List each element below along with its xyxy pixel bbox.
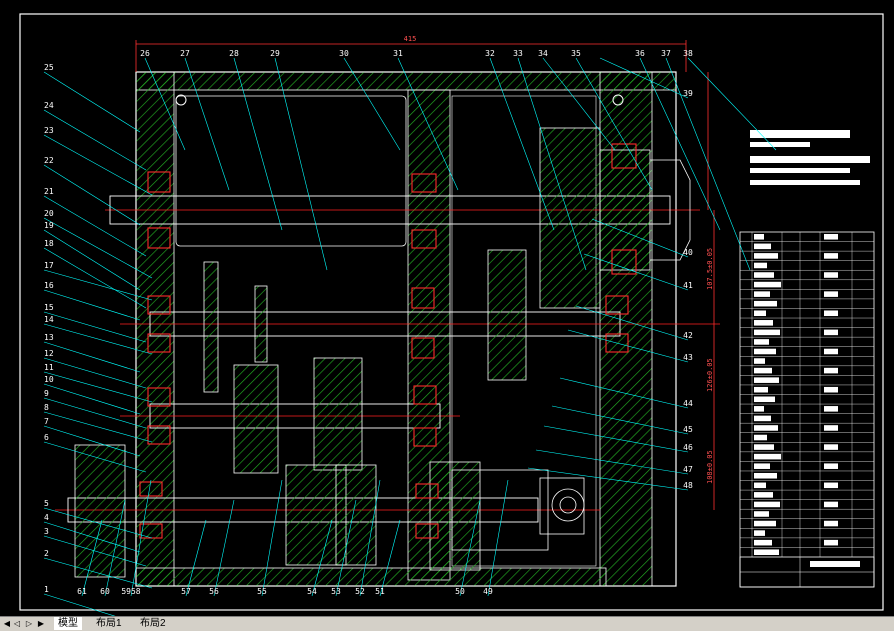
callout-label-bottom-52: 52 — [355, 587, 365, 596]
callout-label-right-44: 44 — [683, 399, 693, 408]
callout-label-top-35: 35 — [571, 49, 581, 58]
callout-label-right-41: 41 — [683, 281, 693, 290]
callout-label-top-28: 28 — [229, 49, 239, 58]
callout-label-left-20: 20 — [44, 209, 54, 218]
tab-layout-1[interactable]: 布局1 — [92, 617, 126, 630]
callout-label-right-48: 48 — [683, 481, 693, 490]
callout-top-27: 27 — [180, 49, 230, 191]
callout-left-24: 24 — [43, 101, 147, 171]
callout-label-left-4: 4 — [44, 513, 49, 522]
callout-label-left-24: 24 — [44, 101, 54, 110]
callout-label-right-39: 39 — [683, 89, 693, 98]
callout-label-top-30: 30 — [339, 49, 349, 58]
callout-label-right-46: 46 — [683, 443, 693, 452]
callout-left-16: 16 — [43, 281, 141, 321]
callout-label-top-38: 38 — [683, 49, 693, 58]
callout-left-12: 12 — [43, 349, 147, 389]
callout-label-bottom-57: 57 — [181, 587, 191, 596]
last-tab-icon[interactable]: ▶ — [36, 618, 46, 629]
callout-label-right-40: 40 — [683, 248, 693, 257]
callout-label-bottom-53: 53 — [331, 587, 341, 596]
callout-label-left-25: 25 — [44, 63, 54, 72]
callout-label-left-10: 10 — [44, 375, 54, 384]
callout-label-bottom-50: 50 — [455, 587, 465, 596]
callout-label-bottom-5958: 5958 — [121, 587, 140, 596]
parts-list-table — [739, 231, 875, 588]
callout-label-top-29: 29 — [270, 49, 280, 58]
callout-label-left-18: 18 — [44, 239, 54, 248]
tab-model[interactable]: 模型 — [54, 617, 82, 630]
callout-label-left-15: 15 — [44, 303, 54, 312]
callout-label-bottom-56: 56 — [209, 587, 219, 596]
first-tab-icon[interactable]: ◀ — [2, 618, 12, 629]
callout-label-bottom-54: 54 — [307, 587, 317, 596]
layout-tab-bar: ◀ ◁ ▷ ▶ 模型 布局1 布局2 — [0, 616, 894, 631]
callout-left-19: 19 — [43, 221, 141, 291]
callout-label-left-11: 11 — [44, 363, 54, 372]
callout-label-top-32: 32 — [485, 49, 495, 58]
callout-label-left-17: 17 — [44, 261, 54, 270]
callout-label-top-26: 26 — [140, 49, 150, 58]
technical-notes — [750, 130, 870, 185]
tab-layout-2[interactable]: 布局2 — [136, 617, 170, 630]
callout-left-13: 13 — [43, 333, 141, 373]
callout-label-left-21: 21 — [44, 187, 54, 196]
callout-label-left-6: 6 — [44, 433, 49, 442]
callout-label-right-47: 47 — [683, 465, 693, 474]
callout-label-left-16: 16 — [44, 281, 54, 290]
callout-label-bottom-49: 49 — [483, 587, 493, 596]
callout-label-top-36: 36 — [635, 49, 645, 58]
callout-left-9: 9 — [43, 389, 147, 429]
callout-label-right-45: 45 — [683, 425, 693, 434]
callout-label-top-34: 34 — [538, 49, 548, 58]
callout-label-left-22: 22 — [44, 156, 54, 165]
callout-label-left-5: 5 — [44, 499, 49, 508]
callout-label-top-31: 31 — [393, 49, 403, 58]
callout-label-left-12: 12 — [44, 349, 54, 358]
callout-label-bottom-51: 51 — [375, 587, 385, 596]
callout-left-25: 25 — [43, 63, 141, 133]
dim-right-3: 108±0.05 — [706, 450, 714, 484]
cad-drawing-canvas[interactable]: 415 107.5±0.05 126±0.05 108±0.05 2524232… — [0, 0, 894, 616]
callout-label-bottom-61: 61 — [77, 587, 87, 596]
callout-left-21: 21 — [43, 187, 147, 257]
prev-tab-icon[interactable]: ◁ — [12, 618, 22, 629]
callout-label-left-23: 23 — [44, 126, 54, 135]
callout-left-18: 18 — [43, 239, 147, 309]
dim-right-2: 126±0.05 — [706, 358, 714, 392]
callout-label-right-43: 43 — [683, 353, 693, 362]
callout-label-left-8: 8 — [44, 403, 49, 412]
callout-label-left-3: 3 — [44, 527, 49, 536]
callout-label-left-14: 14 — [44, 315, 54, 324]
callout-label-top-37: 37 — [661, 49, 671, 58]
callout-label-bottom-60: 60 — [100, 587, 110, 596]
callout-left-15: 15 — [43, 303, 147, 343]
callout-label-top-27: 27 — [180, 49, 190, 58]
dim-right-1: 107.5±0.05 — [706, 248, 714, 290]
callout-label-left-2: 2 — [44, 549, 49, 558]
callout-label-bottom-55: 55 — [257, 587, 267, 596]
dim-top: 415 — [404, 35, 417, 43]
callout-label-left-9: 9 — [44, 389, 49, 398]
callout-label-left-7: 7 — [44, 417, 49, 426]
callout-label-left-13: 13 — [44, 333, 54, 342]
callout-label-left-19: 19 — [44, 221, 54, 230]
next-tab-icon[interactable]: ▷ — [24, 618, 34, 629]
callout-label-right-42: 42 — [683, 331, 693, 340]
callout-top-30: 30 — [339, 49, 401, 151]
callout-label-left-1: 1 — [44, 585, 49, 594]
callout-label-top-33: 33 — [513, 49, 523, 58]
callout-left-22: 22 — [43, 156, 141, 226]
